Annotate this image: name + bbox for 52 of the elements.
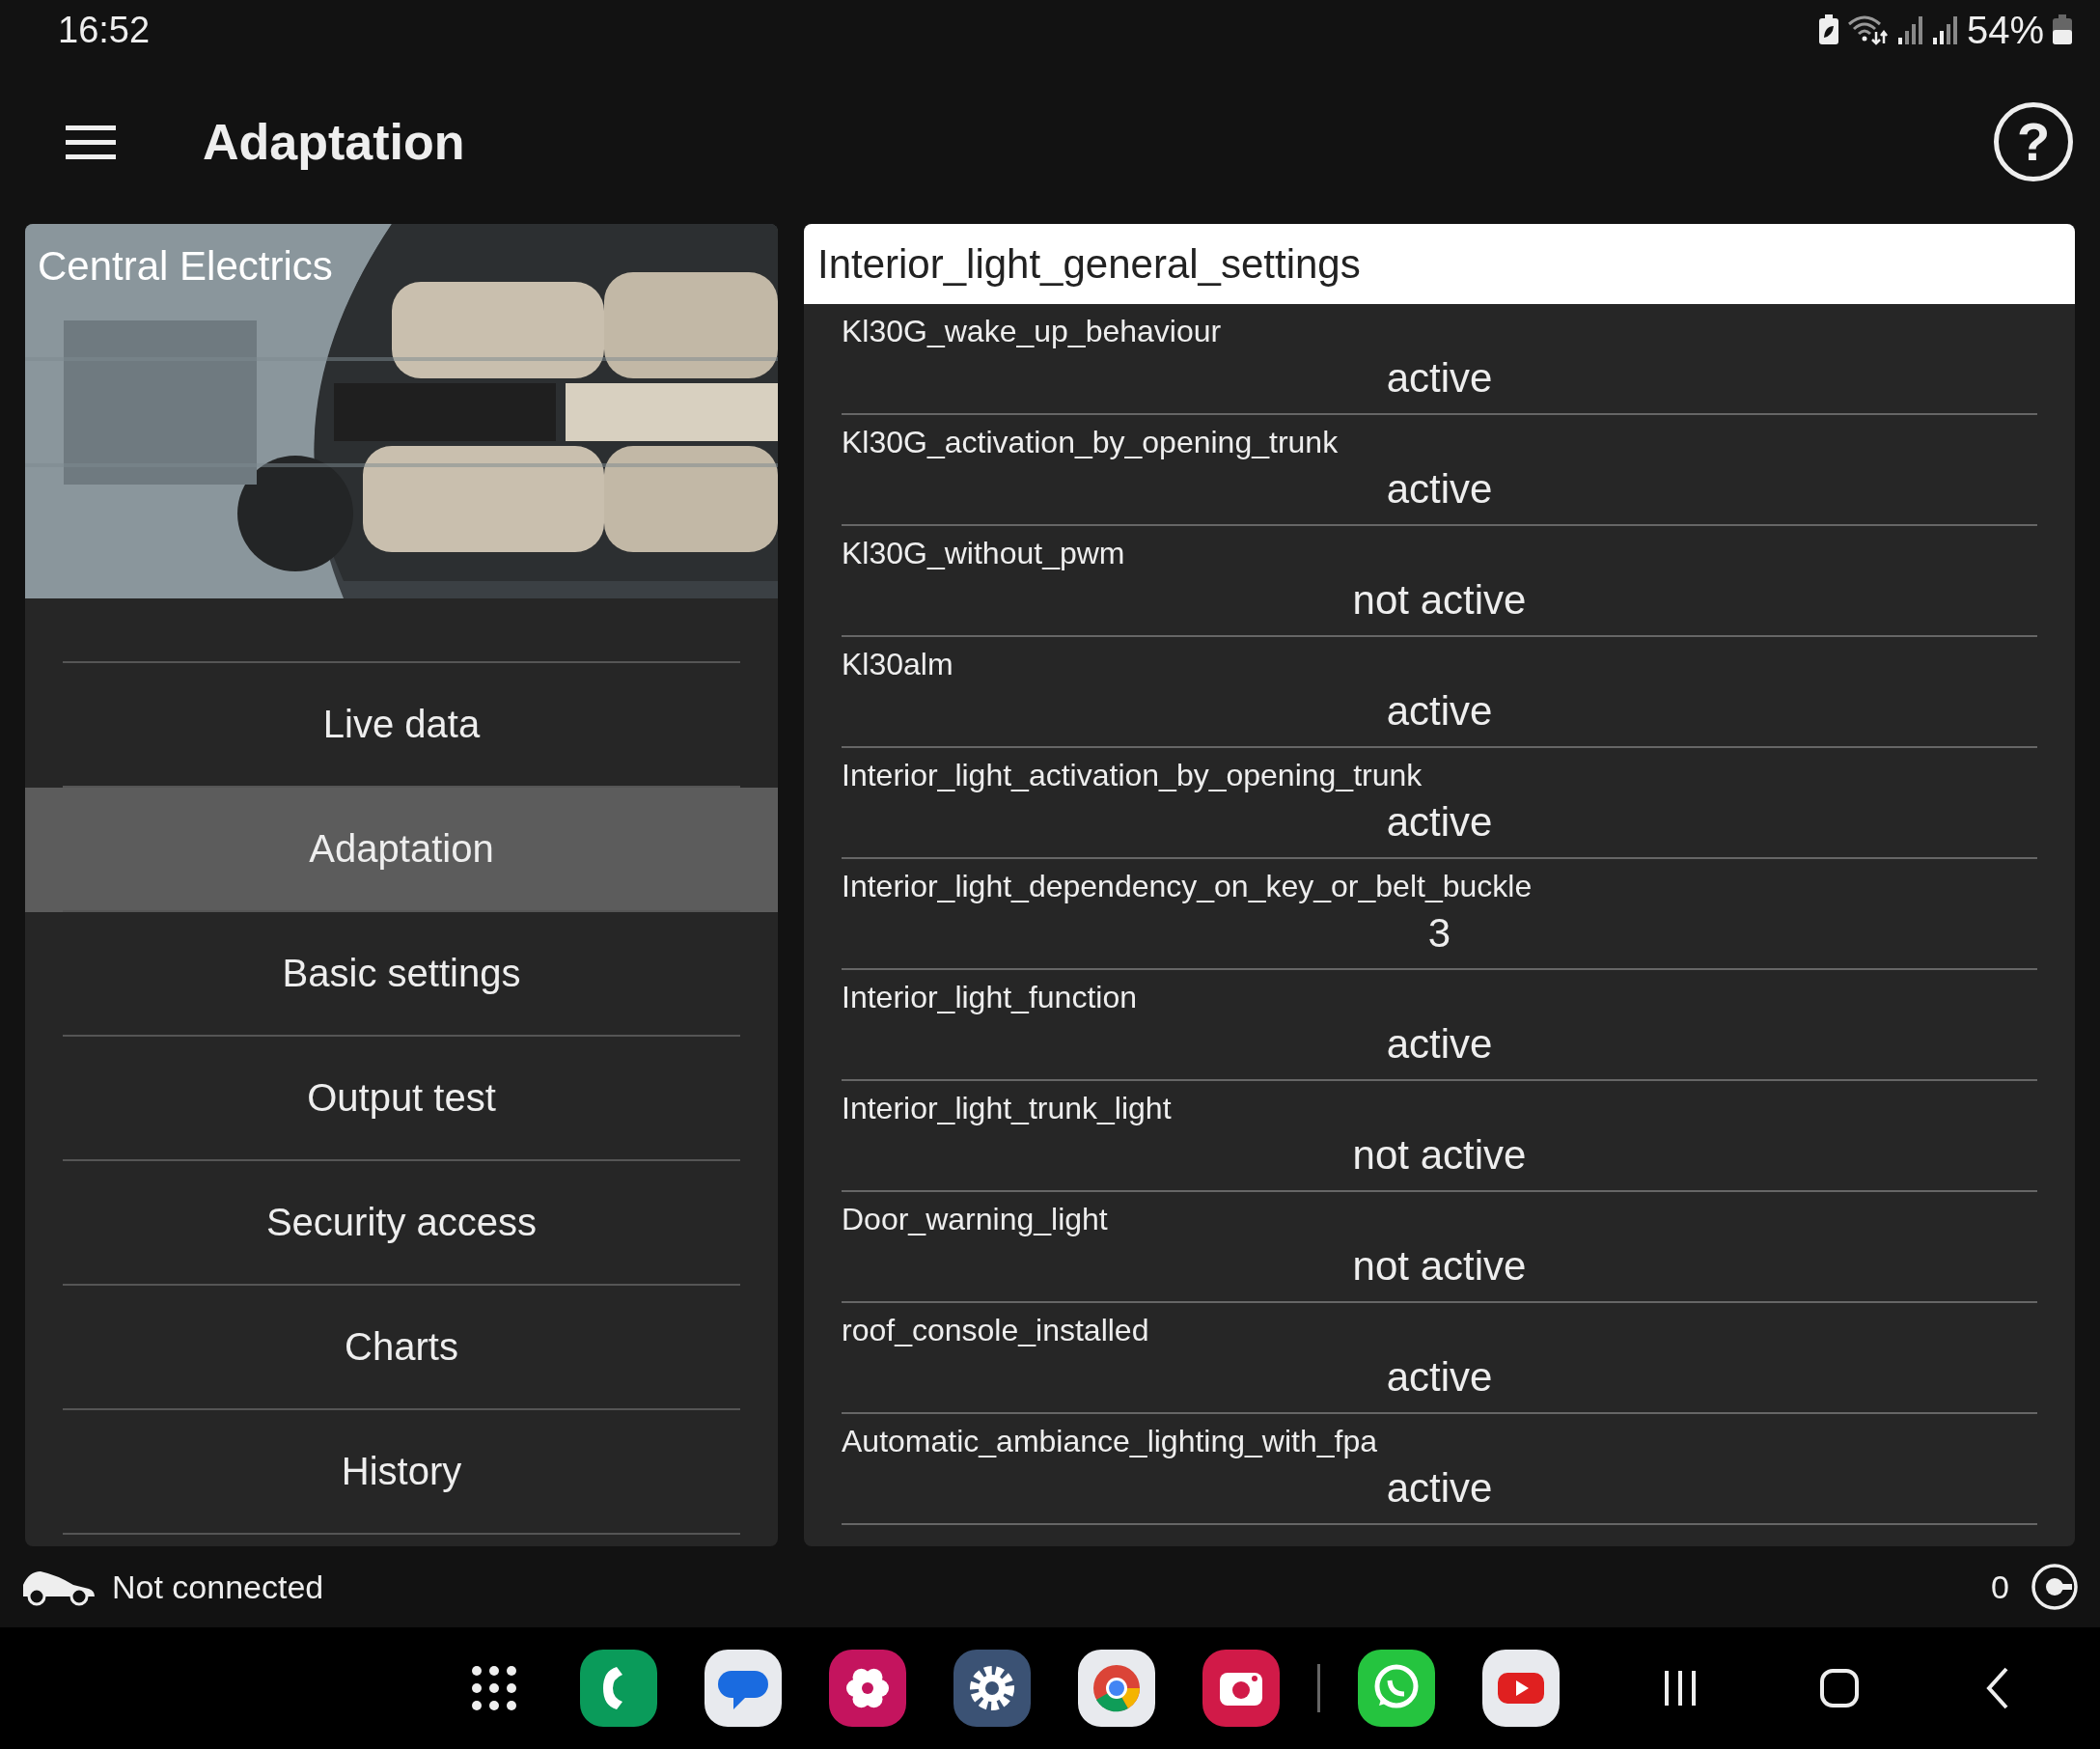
battery-icon xyxy=(2052,14,2073,45)
setting-name: Interior_light_function xyxy=(842,979,1138,1015)
menu-item[interactable]: Adaptation xyxy=(25,788,778,912)
menu-item[interactable]: Output test xyxy=(25,1037,778,1161)
setting-name: Kl30G_without_pwm xyxy=(842,535,1126,571)
wifi-icon xyxy=(1846,14,1890,45)
video-app-icon[interactable] xyxy=(1482,1650,1560,1727)
setting-value[interactable]: active xyxy=(1386,466,1493,513)
browser-icon[interactable] xyxy=(1078,1650,1155,1727)
menu-item[interactable]: Security access xyxy=(25,1161,778,1286)
signal-icon xyxy=(1931,14,1959,45)
setting-name: Interior_light_dependency_on_key_or_belt_buckle xyxy=(842,868,1534,904)
settings-icon[interactable] xyxy=(953,1650,1031,1727)
setting-value[interactable]: not active xyxy=(1352,1243,1527,1290)
chat-app-icon[interactable] xyxy=(705,1650,782,1727)
setting-name: Interior_light_trunk_light xyxy=(842,1090,1173,1126)
setting-name: roof_console_installed xyxy=(842,1312,1150,1348)
battery-saver-icon xyxy=(1817,14,1839,45)
setting-name: Kl30G_wake_up_behaviour xyxy=(842,313,1223,349)
signal-icon xyxy=(1896,14,1924,45)
setting-name: Kl30G_activation_by_opening_trunk xyxy=(842,424,1340,460)
setting-value[interactable]: 3 xyxy=(1427,910,1451,957)
setting-value[interactable]: not active xyxy=(1352,1132,1527,1179)
chat-bubble-app-icon[interactable] xyxy=(1358,1650,1435,1727)
menu-item[interactable]: Charts xyxy=(25,1286,778,1410)
connect-icon[interactable] xyxy=(2031,1563,2079,1611)
setting-value[interactable]: active xyxy=(1386,1021,1493,1068)
menu-item[interactable]: Live data xyxy=(25,663,778,788)
flower-app-icon[interactable] xyxy=(829,1650,906,1727)
connection-status: Not connected xyxy=(112,1568,325,1606)
menu-button[interactable] xyxy=(66,124,116,160)
setting-name: Door_warning_light xyxy=(842,1201,1109,1237)
setting-value[interactable]: active xyxy=(1386,799,1493,846)
setting-value[interactable]: active xyxy=(1386,688,1493,735)
help-button[interactable]: ? xyxy=(1994,102,2073,181)
phone-app-icon[interactable] xyxy=(580,1650,657,1727)
module-title: Central Electrics xyxy=(38,243,333,290)
setting-value[interactable]: active xyxy=(1386,1465,1493,1512)
setting-value[interactable]: active xyxy=(1386,1354,1493,1401)
setting-name: Interior_light_activation_by_opening_trunk xyxy=(842,757,1423,793)
battery-percentage: 54% xyxy=(1966,8,2044,52)
group-title: Interior_light_general_settings xyxy=(804,224,2075,304)
menu-item[interactable]: History xyxy=(25,1410,778,1535)
page-title: Adaptation xyxy=(203,113,466,171)
setting-value[interactable]: active xyxy=(1386,355,1493,402)
camera-icon[interactable] xyxy=(1202,1650,1280,1727)
clock-time: 16:52 xyxy=(58,9,151,51)
setting-name: Kl30alm xyxy=(842,646,954,682)
counter: 0 xyxy=(1991,1568,2009,1606)
setting-name: Automatic_ambiance_lighting_with_fpa xyxy=(842,1423,1378,1459)
menu-item[interactable]: Basic settings xyxy=(25,912,778,1037)
setting-value[interactable]: not active xyxy=(1352,577,1527,624)
